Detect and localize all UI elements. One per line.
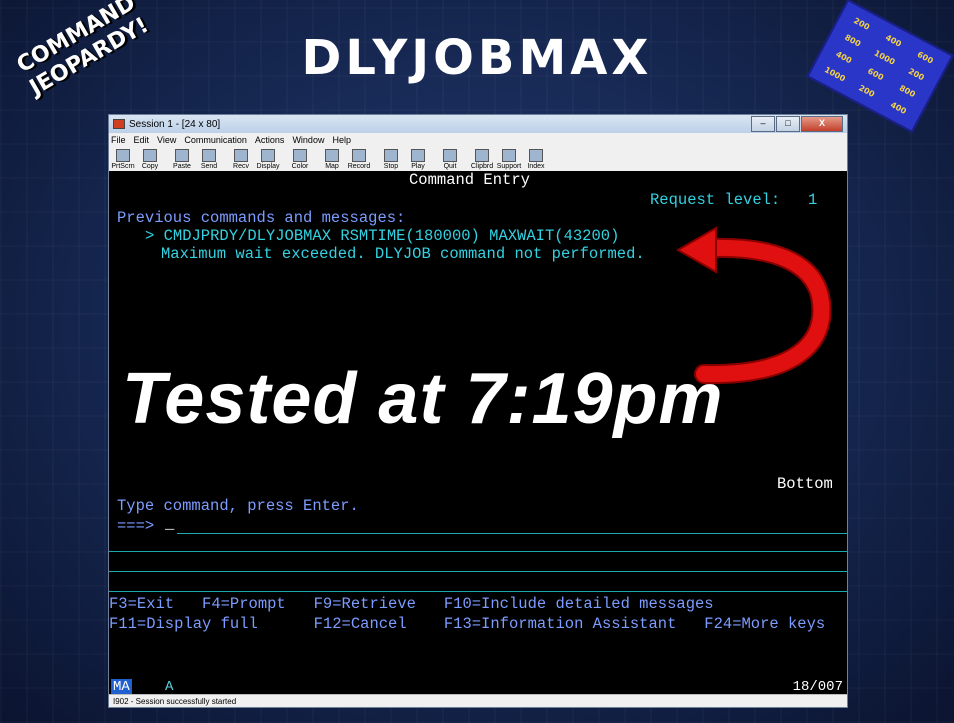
window-titlebar: Session 1 - [24 x 80] – □ X [109, 115, 847, 133]
oia-a-indicator: A [165, 679, 174, 695]
support-icon [502, 149, 516, 162]
menu-help[interactable]: Help [332, 135, 351, 145]
paste-icon [175, 149, 189, 162]
board-cell: 400 [834, 49, 854, 66]
close-button[interactable]: X [801, 116, 843, 132]
function-keys-row-2: F11=Display full F12=Cancel F13=Informat… [109, 615, 826, 633]
toolbar-label: Stop [383, 163, 399, 170]
board-cell: 600 [866, 66, 886, 83]
toolbar-label: PrtScrn [111, 163, 135, 170]
menu-edit[interactable]: Edit [134, 135, 150, 145]
toolbar-support-button[interactable]: Support [497, 149, 521, 170]
session-app-icon [113, 119, 125, 129]
command-input-line-2[interactable] [109, 551, 847, 552]
board-cell: 400 [883, 32, 903, 49]
board-cell: 200 [852, 16, 872, 32]
message-line[interactable]: Maximum wait exceeded. DLYJOB command no… [161, 245, 645, 263]
menu-window[interactable]: Window [292, 135, 324, 145]
toolbar-display-button[interactable]: Display [256, 149, 280, 170]
menu-bar: File Edit View Communication Actions Window He… [109, 133, 847, 147]
board-cell: 1000 [872, 48, 897, 67]
toolbar-label: Clipbrd [470, 163, 494, 170]
toolbar-label: Recv [233, 163, 249, 170]
copy-icon [143, 149, 157, 162]
send-icon [202, 149, 216, 162]
toolbar-label: Support [496, 163, 522, 170]
previous-commands-header: Previous commands and messages: [117, 209, 406, 227]
red-curved-arrow-icon [676, 226, 832, 385]
toolbar-prtscrn-button[interactable]: PrtScrn [111, 149, 135, 170]
menu-communication[interactable]: Communication [184, 135, 247, 145]
board-cell: 800 [843, 32, 863, 49]
screen-title: Command Entry [409, 171, 530, 189]
oia-ma-indicator: MA [111, 679, 132, 695]
status-bar: I902 - Session successfully started [109, 694, 847, 707]
prtscrn-icon [116, 149, 130, 162]
prompt-text: Type command, press Enter. [117, 497, 359, 515]
menu-file[interactable]: File [111, 135, 126, 145]
toolbar-label: Record [347, 163, 371, 170]
toolbar-label: Display [256, 163, 280, 170]
toolbar-play-button[interactable]: Play [406, 149, 430, 170]
quit-icon [443, 149, 457, 162]
board-cell: 400 [888, 100, 908, 116]
toolbar-label: Paste [173, 163, 191, 170]
cursor-position: 18/007 [792, 679, 843, 695]
recv-icon [234, 149, 248, 162]
clipbrd-icon [475, 149, 489, 162]
command-input-line-3[interactable] [109, 571, 847, 572]
input-cursor: _ [165, 515, 175, 533]
record-icon [352, 149, 366, 162]
request-level-value: 1 [808, 191, 818, 209]
toolbar-label: Index [527, 163, 545, 170]
command-input-line[interactable] [177, 533, 847, 534]
minimize-button[interactable]: – [751, 116, 775, 132]
board-cell: 800 [897, 83, 917, 100]
maximize-button[interactable]: □ [776, 116, 800, 132]
index-icon [529, 149, 543, 162]
board-cell: 200 [857, 83, 877, 100]
previous-command-line[interactable]: > CMDJPRDY/DLYJOBMAX RSMTIME(180000) MAX… [145, 227, 619, 245]
board-cell: 600 [915, 49, 935, 66]
stop-icon [384, 149, 398, 162]
toolbar-clipbrd-button[interactable]: Clipbrd [470, 149, 494, 170]
board-cell: 200 [906, 66, 926, 83]
input-prompt: ===> [117, 517, 155, 535]
window-title: Session 1 - [24 x 80] [129, 118, 221, 130]
toolbar-send-button[interactable]: Send [197, 149, 221, 170]
menu-actions[interactable]: Actions [255, 135, 285, 145]
toolbar-label: Play [411, 163, 425, 170]
toolbar-paste-button[interactable]: Paste [170, 149, 194, 170]
menu-view[interactable]: View [157, 135, 176, 145]
color-icon [293, 149, 307, 162]
toolbar-copy-button[interactable]: Copy [138, 149, 162, 170]
toolbar-record-button[interactable]: Record [347, 149, 371, 170]
toolbar: PrtScrn Copy Paste Send Recv Display Color Map R… [109, 147, 847, 172]
board-cell: 1000 [822, 65, 847, 84]
bottom-label: Bottom [777, 475, 833, 493]
toolbar-index-button[interactable]: Index [524, 149, 548, 170]
separator-line [109, 591, 847, 592]
toolbar-color-button[interactable]: Color [288, 149, 312, 170]
play-icon [411, 149, 425, 162]
toolbar-recv-button[interactable]: Recv [229, 149, 253, 170]
toolbar-stop-button[interactable]: Stop [379, 149, 403, 170]
function-keys-row-1: F3=Exit F4=Prompt F9=Retrieve F10=Includ… [109, 595, 714, 613]
toolbar-label: Map [325, 163, 339, 170]
display-icon [261, 149, 275, 162]
toolbar-label: Copy [141, 163, 159, 170]
toolbar-quit-button[interactable]: Quit [438, 149, 462, 170]
toolbar-map-button[interactable]: Map [320, 149, 344, 170]
tested-at-overlay-text: Tested at 7:19pm [122, 359, 724, 439]
request-level-label: Request level: [650, 191, 781, 209]
toolbar-label: Send [200, 163, 218, 170]
toolbar-label: Quit [443, 163, 457, 170]
toolbar-label: Color [291, 163, 309, 170]
map-icon [325, 149, 339, 162]
